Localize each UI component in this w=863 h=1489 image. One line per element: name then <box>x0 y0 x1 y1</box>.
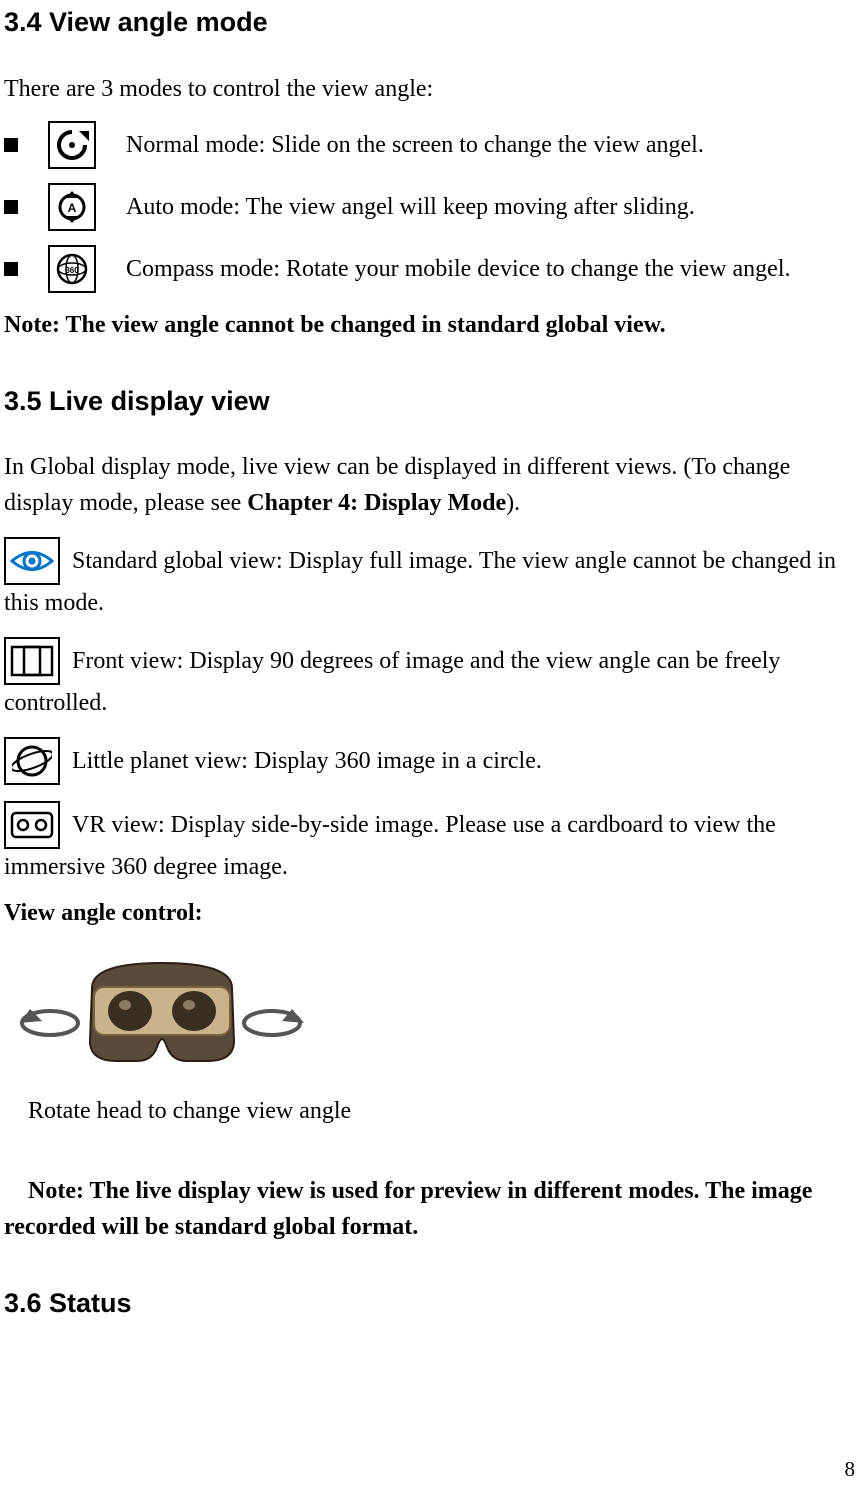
mode-row-compass: 360 Compass mode: Rotate your mobile dev… <box>4 245 859 293</box>
view-item-vr: VR view: Display side-by-side image. Ple… <box>4 801 859 849</box>
intro2-a: display mode, please see <box>4 490 247 516</box>
bullet-icon <box>4 262 18 276</box>
standard-global-view-icon <box>4 537 60 585</box>
live-note-line1: Note: The live display view is used for … <box>28 1178 812 1204</box>
rotate-head-caption: Rotate head to change view angle <box>28 1093 859 1129</box>
front-view-icon <box>4 637 60 685</box>
heading-3-4: 3.4 View angle mode <box>4 2 859 43</box>
heading-3-5: 3.5 Live display view <box>4 381 859 422</box>
mode-label: Auto mode: The view angel will keep movi… <box>126 189 859 225</box>
mode-row-normal: Normal mode: Slide on the screen to chan… <box>4 121 859 169</box>
live-note: Note: The live display view is used for … <box>4 1173 859 1245</box>
view-item-trail: immersive 360 degree image. <box>4 849 859 885</box>
page-number: 8 <box>845 1454 856 1486</box>
view-item-trail: controlled. <box>4 685 859 721</box>
view-angle-control-heading: View angle control: <box>4 895 859 931</box>
live-intro-line2: display mode, please see Chapter 4: Disp… <box>4 485 859 521</box>
view-item-lead: Standard global view: Display full image… <box>72 543 836 579</box>
view-item-trail: this mode. <box>4 585 859 621</box>
svg-text:360: 360 <box>65 266 79 275</box>
vr-view-icon <box>4 801 60 849</box>
bullet-icon <box>4 200 18 214</box>
little-planet-view-icon <box>4 737 60 785</box>
mode-row-auto: A Auto mode: The view angel will keep mo… <box>4 183 859 231</box>
intro2-b: Chapter 4: Display Mode <box>247 490 506 516</box>
live-intro-line1: In Global display mode, live view can be… <box>4 449 859 485</box>
view-angle-intro: There are 3 modes to control the view an… <box>4 71 859 107</box>
mode-label: Compass mode: Rotate your mobile device … <box>126 251 859 287</box>
mode-label: Normal mode: Slide on the screen to chan… <box>126 127 859 163</box>
heading-3-6: 3.6 Status <box>4 1283 859 1324</box>
view-item-planet: Little planet view: Display 360 image in… <box>4 737 859 785</box>
svg-text:A: A <box>68 201 77 215</box>
view-item-lead: Little planet view: Display 360 image in… <box>72 743 542 779</box>
view-item-lead: Front view: Display 90 degrees of image … <box>72 643 780 679</box>
view-item-front: Front view: Display 90 degrees of image … <box>4 637 859 685</box>
auto-mode-icon: A <box>48 183 96 231</box>
compass-mode-icon: 360 <box>48 245 96 293</box>
view-angle-note: Note: The view angle cannot be changed i… <box>4 307 859 343</box>
live-note-line2: recorded will be standard global format. <box>4 1214 418 1240</box>
intro2-c: ). <box>506 490 520 516</box>
vr-headset-illustration <box>12 943 312 1083</box>
bullet-icon <box>4 138 18 152</box>
view-item-lead: VR view: Display side-by-side image. Ple… <box>72 807 776 843</box>
view-item-standard: Standard global view: Display full image… <box>4 537 859 585</box>
normal-mode-icon <box>48 121 96 169</box>
